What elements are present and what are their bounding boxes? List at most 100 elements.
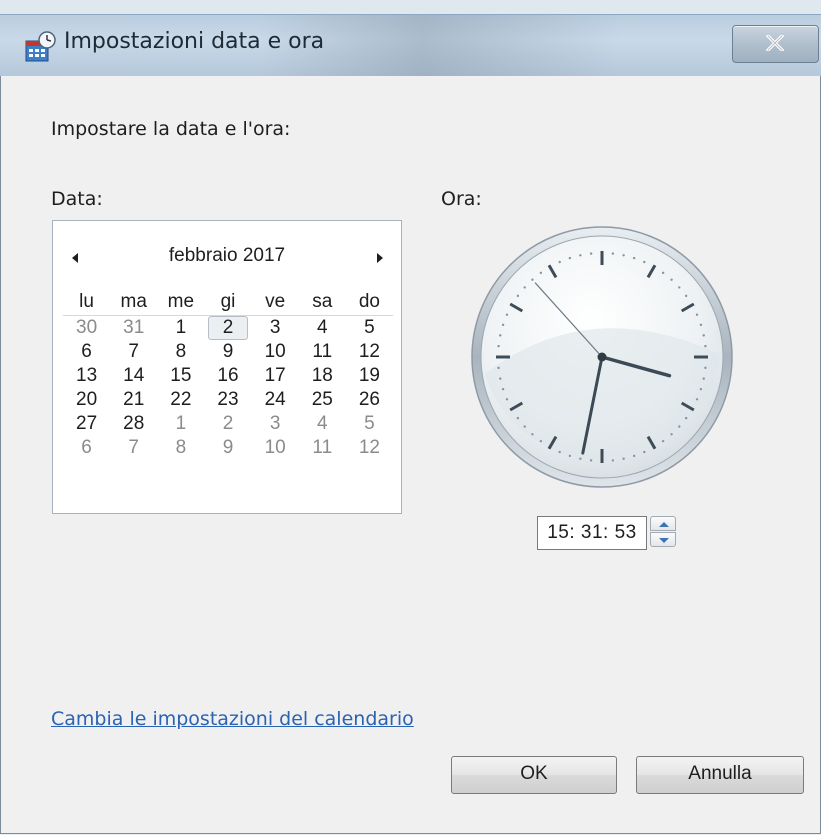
next-month-button[interactable]	[369, 249, 389, 267]
calendar-day[interactable]: 10	[252, 436, 299, 460]
calendar-day[interactable]: 4	[299, 316, 346, 340]
calendar-day[interactable]: 13	[63, 364, 110, 388]
calendar-day[interactable]: 22	[157, 388, 204, 412]
calendar-day[interactable]: 12	[346, 436, 393, 460]
calendar-day-number: 16	[217, 365, 239, 386]
calendar-day[interactable]: 8	[157, 436, 204, 460]
minute-tick	[695, 398, 699, 401]
calendar-day[interactable]: 7	[110, 340, 157, 364]
minute-tick	[632, 454, 636, 458]
calendar-day-number: 31	[123, 317, 145, 338]
calendar-day[interactable]: 2	[204, 412, 251, 436]
calendar-day-number: 1	[175, 317, 187, 338]
calendar-day[interactable]: 25	[299, 388, 346, 412]
weekday-label: sa	[312, 291, 333, 312]
minute-tick	[531, 433, 534, 436]
minute-tick	[523, 286, 526, 289]
calendar-day[interactable]: 1	[157, 316, 204, 340]
clock-center-pin	[597, 352, 607, 362]
time-input[interactable]: 15: 31: 53	[537, 516, 647, 550]
calendar-day[interactable]: 21	[110, 388, 157, 412]
calendar-day[interactable]: 16	[204, 364, 251, 388]
time-decrement-button[interactable]	[650, 532, 676, 547]
calendar-day-number: 9	[222, 437, 234, 458]
calendar-day-number: 6	[81, 437, 92, 458]
month-year-label[interactable]: febbraio 2017	[53, 245, 401, 267]
minute-tick	[661, 271, 665, 275]
calendar-day[interactable]: 3	[252, 412, 299, 436]
calendar-day[interactable]: 20	[63, 388, 110, 412]
minute-tick	[505, 313, 509, 316]
minute-tick	[622, 254, 625, 257]
calendar-day[interactable]: 28	[110, 412, 157, 436]
calendar-day[interactable]: 10	[252, 340, 299, 364]
minute-tick	[516, 294, 520, 298]
calendar-day[interactable]: 19	[346, 364, 393, 388]
minute-tick	[501, 323, 505, 327]
calendar-day-number: 12	[358, 341, 380, 362]
minute-tick	[611, 459, 615, 462]
minute-tick	[499, 377, 502, 380]
weekday-label: ve	[265, 291, 286, 312]
calendar-day[interactable]: 4	[299, 412, 346, 436]
calendar-day-number: 11	[312, 341, 333, 362]
minute-tick	[695, 313, 699, 316]
calendar-day[interactable]: 1	[157, 412, 204, 436]
minute-tick	[699, 323, 703, 327]
minute-tick	[704, 366, 707, 370]
calendar-day[interactable]: 30	[63, 316, 110, 340]
calendar-day[interactable]: 3	[252, 316, 299, 340]
calendar-day[interactable]: 9	[204, 340, 251, 364]
calendar-day-number: 7	[128, 341, 139, 362]
calendar-day-number: 8	[175, 341, 187, 362]
calendar-day[interactable]: 18	[299, 364, 346, 388]
calendar-day[interactable]: 31	[110, 316, 157, 340]
calendar-day[interactable]: 5	[346, 316, 393, 340]
calendar-day-number: 15	[170, 365, 192, 386]
calendar-week-row: 13 14 15 16 17 18 19	[63, 364, 393, 388]
close-button[interactable]	[732, 25, 819, 63]
calendar-day[interactable]: 11	[299, 340, 346, 364]
cancel-button[interactable]: Annulla	[636, 756, 804, 794]
minute-tick	[523, 425, 526, 428]
calendar-day[interactable]: 17	[252, 364, 299, 388]
calendar-day-number: 6	[81, 341, 92, 362]
calendar-day[interactable]: 12	[346, 340, 393, 364]
minute-tick	[661, 439, 665, 443]
time-increment-button[interactable]	[650, 516, 676, 531]
minute-tick	[684, 416, 688, 420]
calendar-day-number: 17	[264, 365, 286, 386]
calendar-day[interactable]: 6	[63, 436, 110, 460]
calendar-day[interactable]: 5	[346, 412, 393, 436]
weekday-label: gi	[220, 291, 236, 312]
window-title: Impostazioni data e ora	[64, 29, 325, 54]
calendar-day[interactable]: 9	[204, 436, 251, 460]
calendar-day[interactable]: 15	[157, 364, 204, 388]
calendar-day[interactable]: 11	[299, 436, 346, 460]
calendar-day-number: 10	[264, 437, 286, 458]
calendar-day[interactable]: 24	[252, 388, 299, 412]
minute-tick	[702, 334, 705, 337]
calendar-day[interactable]: 14	[110, 364, 157, 388]
minute-tick	[670, 278, 673, 281]
weekday-label: me	[167, 291, 195, 312]
calendar-day-number: 3	[269, 413, 281, 434]
minute-tick	[499, 334, 502, 337]
title-bar[interactable]: Impostazioni data e ora	[0, 14, 821, 77]
time-label: Ora:	[441, 188, 482, 210]
change-calendar-settings-link[interactable]: Cambia le impostazioni del calendario	[51, 708, 414, 730]
minute-tick	[531, 278, 534, 281]
calendar-day[interactable]: 26	[346, 388, 393, 412]
analog-clock	[471, 226, 733, 488]
calendar-day[interactable]: 7	[110, 436, 157, 460]
month-calendar: febbraio 2017 lu ma me gi ve sa do 30 31 1 2 3 4 5 6 7…	[52, 220, 402, 514]
calendar-day[interactable]: 8	[157, 340, 204, 364]
calendar-day-today[interactable]: 2	[204, 316, 251, 340]
ok-button[interactable]: OK	[451, 756, 617, 794]
calendar-day[interactable]: 27	[63, 412, 110, 436]
calendar-day-number: 10	[264, 341, 286, 362]
minute-tick	[516, 416, 520, 420]
calendar-day-number: 8	[175, 437, 187, 458]
calendar-day[interactable]: 6	[63, 340, 110, 364]
calendar-day[interactable]: 23	[204, 388, 251, 412]
